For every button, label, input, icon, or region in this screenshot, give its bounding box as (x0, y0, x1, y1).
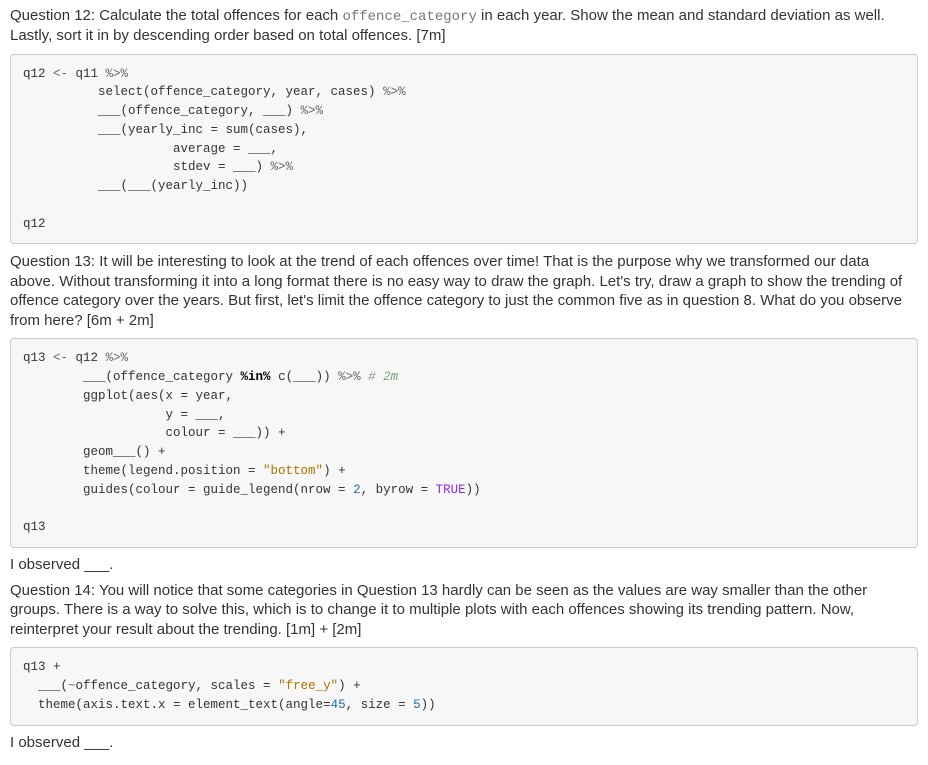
code-block-q12: q12 <- q11 %>% select(offence_category, … (10, 54, 918, 245)
observed-13: I observed ___. (10, 556, 918, 573)
code-block-q13: q13 <- q12 %>% ___(offence_category %in%… (10, 338, 918, 548)
observed-14: I observed ___. (10, 734, 918, 751)
question-14-text: Question 14: You will notice that some c… (10, 581, 918, 640)
question-12-text: Question 12: Calculate the total offence… (10, 6, 918, 46)
q12-inline-code: offence_category (342, 9, 476, 25)
code-block-q14: q13 + ___(~offence_category, scales = "f… (10, 647, 918, 725)
q12-prefix: Question 12: Calculate the total offence… (10, 7, 342, 24)
question-13-text: Question 13: It will be interesting to l… (10, 252, 918, 330)
